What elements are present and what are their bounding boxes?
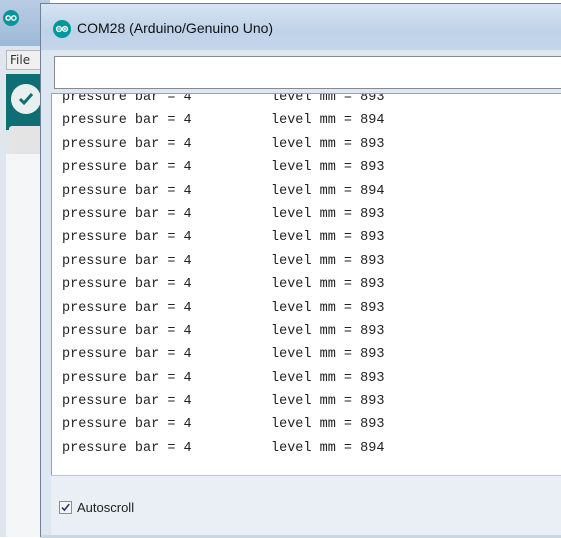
level-reading: level mm = 894 [271, 440, 385, 456]
pressure-reading: pressure bar = 4 [62, 440, 192, 456]
level-reading: level mm = 893 [271, 160, 385, 176]
pressure-reading: pressure bar = 4 [62, 113, 192, 129]
arduino-logo-icon [53, 20, 71, 38]
serial-line: pressure bar = 4 level mm = 894 [62, 437, 384, 460]
pressure-reading: pressure bar = 4 [62, 277, 192, 293]
pressure-reading: pressure bar = 4 [62, 347, 192, 363]
serial-line: pressure bar = 4 level mm = 894 [62, 180, 384, 203]
checkmark-icon [61, 503, 70, 512]
pressure-reading: pressure bar = 4 [62, 136, 192, 152]
pressure-reading: pressure bar = 4 [62, 93, 192, 105]
window-title: COM28 (Arduino/Genuino Uno) [77, 20, 274, 36]
serial-line: pressure bar = 4 level mm = 893 [62, 413, 384, 436]
serial-line: pressure bar = 4 level mm = 893 [62, 156, 384, 179]
autoscroll-checkbox[interactable]: Autoscroll [59, 500, 134, 515]
checkmark-icon [18, 93, 34, 106]
level-reading: level mm = 893 [271, 394, 385, 410]
serial-output[interactable]: pressure bar = 4 level mm = 893 pressure b… [51, 93, 561, 475]
bottom-bar: Autoscroll [51, 475, 561, 535]
pressure-reading: pressure bar = 4 [62, 183, 192, 199]
pressure-reading: pressure bar = 4 [62, 206, 192, 222]
level-reading: level mm = 893 [271, 136, 385, 152]
pressure-reading: pressure bar = 4 [62, 160, 192, 176]
serial-monitor-window: COM28 (Arduino/Genuino Uno) pressure bar… [40, 3, 561, 538]
serial-line: pressure bar = 4 level mm = 893 [62, 250, 384, 273]
level-reading: level mm = 893 [271, 417, 385, 433]
level-reading: level mm = 893 [271, 347, 385, 363]
send-input-container [50, 53, 561, 91]
pressure-reading: pressure bar = 4 [62, 417, 192, 433]
pressure-reading: pressure bar = 4 [62, 230, 192, 246]
verify-button[interactable] [11, 84, 41, 114]
serial-line: pressure bar = 4 level mm = 893 [62, 390, 384, 413]
serial-line: pressure bar = 4 level mm = 893 [62, 226, 384, 249]
serial-line: pressure bar = 4 level mm = 893 [62, 93, 385, 109]
level-reading: level mm = 893 [271, 206, 385, 222]
level-reading: level mm = 894 [271, 113, 385, 129]
serial-line: pressure bar = 4 level mm = 893 [62, 297, 384, 320]
pressure-reading: pressure bar = 4 [62, 300, 192, 316]
serial-line: pressure bar = 4 level mm = 893 [62, 367, 384, 390]
serial-line: pressure bar = 4 level mm = 893 [62, 203, 384, 226]
send-input[interactable] [54, 56, 561, 89]
title-bar[interactable]: COM28 (Arduino/Genuino Uno) [41, 4, 561, 50]
level-reading: level mm = 893 [271, 277, 385, 293]
pressure-reading: pressure bar = 4 [62, 394, 192, 410]
level-reading: level mm = 894 [271, 183, 385, 199]
level-reading: level mm = 893 [271, 93, 385, 105]
autoscroll-label: Autoscroll [77, 500, 135, 515]
level-reading: level mm = 893 [271, 300, 385, 316]
serial-output-list: pressure bar = 4 level mm = 893 pressure b… [62, 93, 385, 460]
serial-line: pressure bar = 4 level mm = 893 [62, 273, 384, 296]
level-reading: level mm = 893 [271, 370, 385, 386]
level-reading: level mm = 893 [271, 253, 385, 269]
serial-line: pressure bar = 4 level mm = 893 [62, 320, 384, 343]
arduino-logo-icon [3, 10, 19, 26]
level-reading: level mm = 893 [271, 323, 385, 339]
pressure-reading: pressure bar = 4 [62, 370, 192, 386]
serial-line: pressure bar = 4 level mm = 894 [62, 109, 384, 132]
pressure-reading: pressure bar = 4 [62, 253, 192, 269]
serial-line: pressure bar = 4 level mm = 893 [62, 133, 384, 156]
level-reading: level mm = 893 [271, 230, 385, 246]
checkbox-box[interactable] [59, 501, 72, 514]
serial-line: pressure bar = 4 level mm = 893 [62, 343, 384, 366]
pressure-reading: pressure bar = 4 [62, 323, 192, 339]
